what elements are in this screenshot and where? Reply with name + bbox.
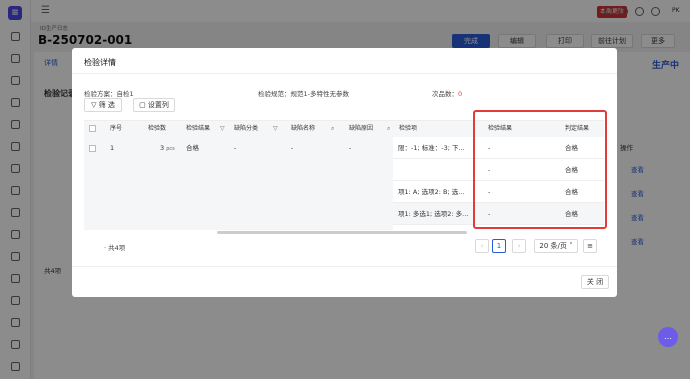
cell-qty: 3 pcs	[160, 144, 175, 152]
cell-defect-name: -	[291, 144, 294, 152]
cell-index: 1	[110, 144, 115, 152]
fixed-columns-area	[84, 137, 393, 230]
col-result: 检验结果	[186, 125, 211, 132]
col-defect-class: 缺陷分类	[234, 125, 259, 132]
cell-item: 项1: 多选1; 选项2: 多...	[398, 210, 469, 218]
defect-count-label: 次品数：0	[432, 90, 463, 98]
select-all-checkbox[interactable]	[89, 125, 96, 132]
horizontal-scrollbar[interactable]	[217, 231, 467, 234]
prev-page-button[interactable]: ‹	[475, 239, 489, 253]
filter-icon[interactable]: ▽	[220, 121, 225, 137]
divider	[72, 73, 617, 74]
plan-label: 检验方案：自检1	[84, 90, 134, 98]
search-icon[interactable]: ⌕	[387, 121, 390, 137]
cell-result: 合格	[186, 144, 199, 152]
column-menu-icon[interactable]: ≡	[583, 239, 597, 253]
filter-button[interactable]: ▽ 筛 选	[84, 98, 122, 112]
filter-icon[interactable]: ▽	[273, 121, 278, 137]
modal-title: 检验详情	[84, 58, 116, 67]
page-1-button[interactable]: 1	[492, 239, 506, 253]
col-inspection-item: 检验项	[399, 125, 418, 132]
chat-icon[interactable]: …	[658, 327, 678, 347]
rule-label: 检验规范：规范1-多特性无参数	[258, 90, 349, 98]
col-defect-reason: 缺陷原因	[349, 125, 374, 132]
cell-defect-class: -	[234, 144, 237, 152]
col-qty: 检验数	[148, 125, 167, 132]
search-icon[interactable]: ⌕	[331, 121, 334, 137]
row-checkbox[interactable]	[89, 145, 96, 152]
column-settings-button[interactable]: ▢ 设置列	[133, 98, 175, 112]
next-page-button[interactable]: ›	[512, 239, 526, 253]
cell-defect-reason: -	[349, 144, 352, 152]
col-index: 序号	[110, 125, 123, 132]
divider	[72, 266, 617, 267]
table-total: · 共4项	[104, 244, 126, 252]
close-modal-button[interactable]: 关 闭	[581, 275, 609, 289]
cell-item: 项1: A; 选项2: B; 选...	[398, 188, 465, 196]
highlight-box	[473, 110, 607, 229]
page-size-select[interactable]: 20 条/页 ˅	[534, 239, 578, 253]
col-defect-name: 缺陷名称	[291, 125, 316, 132]
cell-item: 限：-1; 标准：-3; 下...	[398, 144, 465, 152]
